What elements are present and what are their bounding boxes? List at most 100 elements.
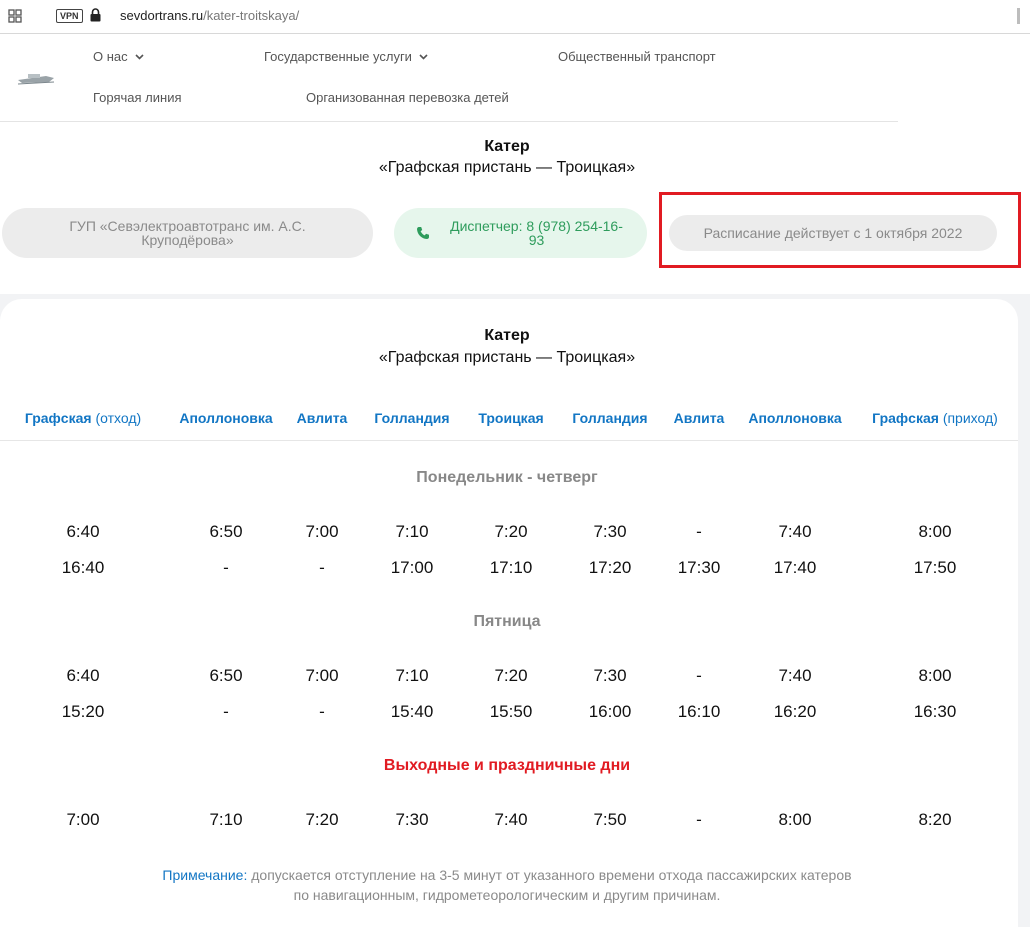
browser-address-bar: VPN sevdortrans.ru/kater-troitskaya/: [0, 0, 1030, 34]
time-cell: -: [696, 666, 702, 685]
time-cell: 7:30: [395, 810, 429, 829]
chevron-down-icon: [419, 53, 428, 60]
page-subtitle: «Графская пристань — Троицкая»: [378, 159, 636, 176]
time-cell: 17:10: [489, 558, 533, 577]
dispatcher-label: Диспетчер: 8 (978) 254-16-93: [450, 218, 623, 248]
time-cell: 15:50: [489, 702, 533, 721]
time-cell: 15:20: [61, 702, 105, 721]
url-path: /kater-troitskaya/: [203, 8, 300, 23]
column-header: Графская (отход): [25, 410, 141, 426]
column-header: Троицкая: [478, 410, 543, 426]
time-cell: 15:40: [390, 702, 434, 721]
organization-label: ГУП «Севэлектроавтотранс им. А.С. Крупод…: [69, 218, 306, 248]
dispatcher-phone-link[interactable]: Диспетчер: 8 (978) 254-16-93: [394, 208, 647, 258]
time-cell: 6:50: [209, 522, 243, 541]
column-header-note: (приход): [942, 410, 998, 426]
column-header: Графская (приход): [872, 410, 998, 426]
organization-badge: ГУП «Севэлектроавтотранс им. А.С. Крупод…: [2, 208, 373, 258]
time-cell: 7:20: [494, 522, 528, 541]
time-cell: 7:30: [593, 666, 627, 685]
column-header: Голландия: [374, 410, 449, 426]
column-header-name: Аполлоновка: [179, 410, 273, 426]
time-cell: 7:10: [395, 522, 429, 541]
lock-icon[interactable]: [90, 8, 101, 22]
nav-public-transport[interactable]: Общественный транспорт: [558, 49, 716, 64]
nav-hotline-label: Горячая линия: [93, 90, 182, 105]
time-cell: 6:50: [209, 666, 243, 685]
time-cell: 7:20: [305, 810, 339, 829]
url-domain: sevdortrans.ru: [120, 8, 204, 23]
column-header-name: Троицкая: [478, 410, 544, 426]
tabs-grid-icon[interactable]: [8, 9, 22, 23]
time-cell: 16:00: [588, 702, 632, 721]
note: Примечание: допускается отступление на 3…: [0, 865, 1014, 905]
column-header-name: Графская: [24, 410, 92, 426]
time-cell: 8:00: [918, 666, 952, 685]
time-cell: -: [319, 702, 325, 721]
phone-icon: [417, 227, 429, 239]
column-header-name: Голландия: [374, 410, 450, 426]
time-cell: 7:40: [778, 522, 812, 541]
time-cell: 7:40: [494, 810, 528, 829]
time-cell: 7:50: [593, 810, 627, 829]
time-cell: 16:20: [773, 702, 817, 721]
column-header-note: (отход): [95, 410, 142, 426]
time-cell: 7:00: [305, 666, 339, 685]
time-cell: 7:10: [395, 666, 429, 685]
boat-logo-icon[interactable]: [16, 66, 56, 88]
time-cell: 17:00: [390, 558, 434, 577]
time-cell: 7:30: [593, 522, 627, 541]
note-text-line2: по навигационным, гидрометеорологическим…: [293, 887, 721, 903]
column-header: Голландия: [572, 410, 647, 426]
column-header-name: Графская: [872, 410, 939, 426]
chevron-down-icon: [135, 53, 144, 60]
time-cell: 8:00: [918, 522, 952, 541]
nav-gov-services[interactable]: Государственные услуги: [264, 49, 428, 64]
page-title: Катер: [484, 138, 530, 155]
section-title: Понедельник - четверг: [416, 469, 598, 486]
nav-about-label: О нас: [93, 49, 128, 64]
column-header: Авлита: [297, 410, 348, 426]
time-cell: 17:20: [588, 558, 632, 577]
time-cell: 6:40: [66, 522, 100, 541]
column-header-name: Авлита: [673, 410, 725, 426]
time-cell: 7:10: [209, 810, 243, 829]
time-cell: -: [696, 522, 702, 541]
nav-about[interactable]: О нас: [93, 49, 144, 64]
vpn-badge[interactable]: VPN: [56, 9, 83, 23]
time-cell: 17:50: [913, 558, 957, 577]
nav-divider: [0, 121, 898, 122]
time-cell: 7:00: [66, 810, 100, 829]
table-header-row: Графская (отход) Аполлоновка Авлита Голланд…: [0, 410, 1030, 430]
time-cell: 7:40: [778, 666, 812, 685]
time-cell: 7:00: [305, 522, 339, 541]
time-cell: -: [223, 702, 229, 721]
column-header: Авлита: [674, 410, 725, 426]
address-bar-edge-marker: [1017, 8, 1020, 24]
note-text-line1: допускается отступление на 3-5 минут от …: [251, 867, 852, 883]
time-cell: 16:40: [61, 558, 105, 577]
nav-public-transport-label: Общественный транспорт: [558, 49, 716, 64]
nav-gov-services-label: Государственные услуги: [264, 49, 412, 64]
url-field[interactable]: sevdortrans.ru/kater-troitskaya/: [120, 8, 299, 23]
section-title: Выходные и праздничные дни: [383, 757, 631, 774]
column-header-name: Аполлоновка: [748, 410, 842, 426]
column-header: Аполлоновка: [748, 410, 841, 426]
column-header: Аполлоновка: [179, 410, 272, 426]
time-cell: -: [319, 558, 325, 577]
note-label: Примечание:: [162, 867, 248, 883]
nav-hotline[interactable]: Горячая линия: [93, 90, 182, 105]
nav-children-transport-label: Организованная перевозка детей: [306, 90, 509, 105]
time-cell: 16:30: [913, 702, 957, 721]
time-cell: 7:20: [494, 666, 528, 685]
time-cell: 17:40: [773, 558, 817, 577]
time-cell: -: [223, 558, 229, 577]
column-header-name: Голландия: [572, 410, 648, 426]
time-cell: 8:20: [918, 810, 952, 829]
time-cell: 16:10: [677, 702, 721, 721]
nav-children-transport[interactable]: Организованная перевозка детей: [306, 90, 509, 105]
time-cell: 6:40: [66, 666, 100, 685]
time-cell: 17:30: [677, 558, 721, 577]
section-title: Пятница: [473, 613, 541, 630]
time-cell: -: [696, 810, 702, 829]
